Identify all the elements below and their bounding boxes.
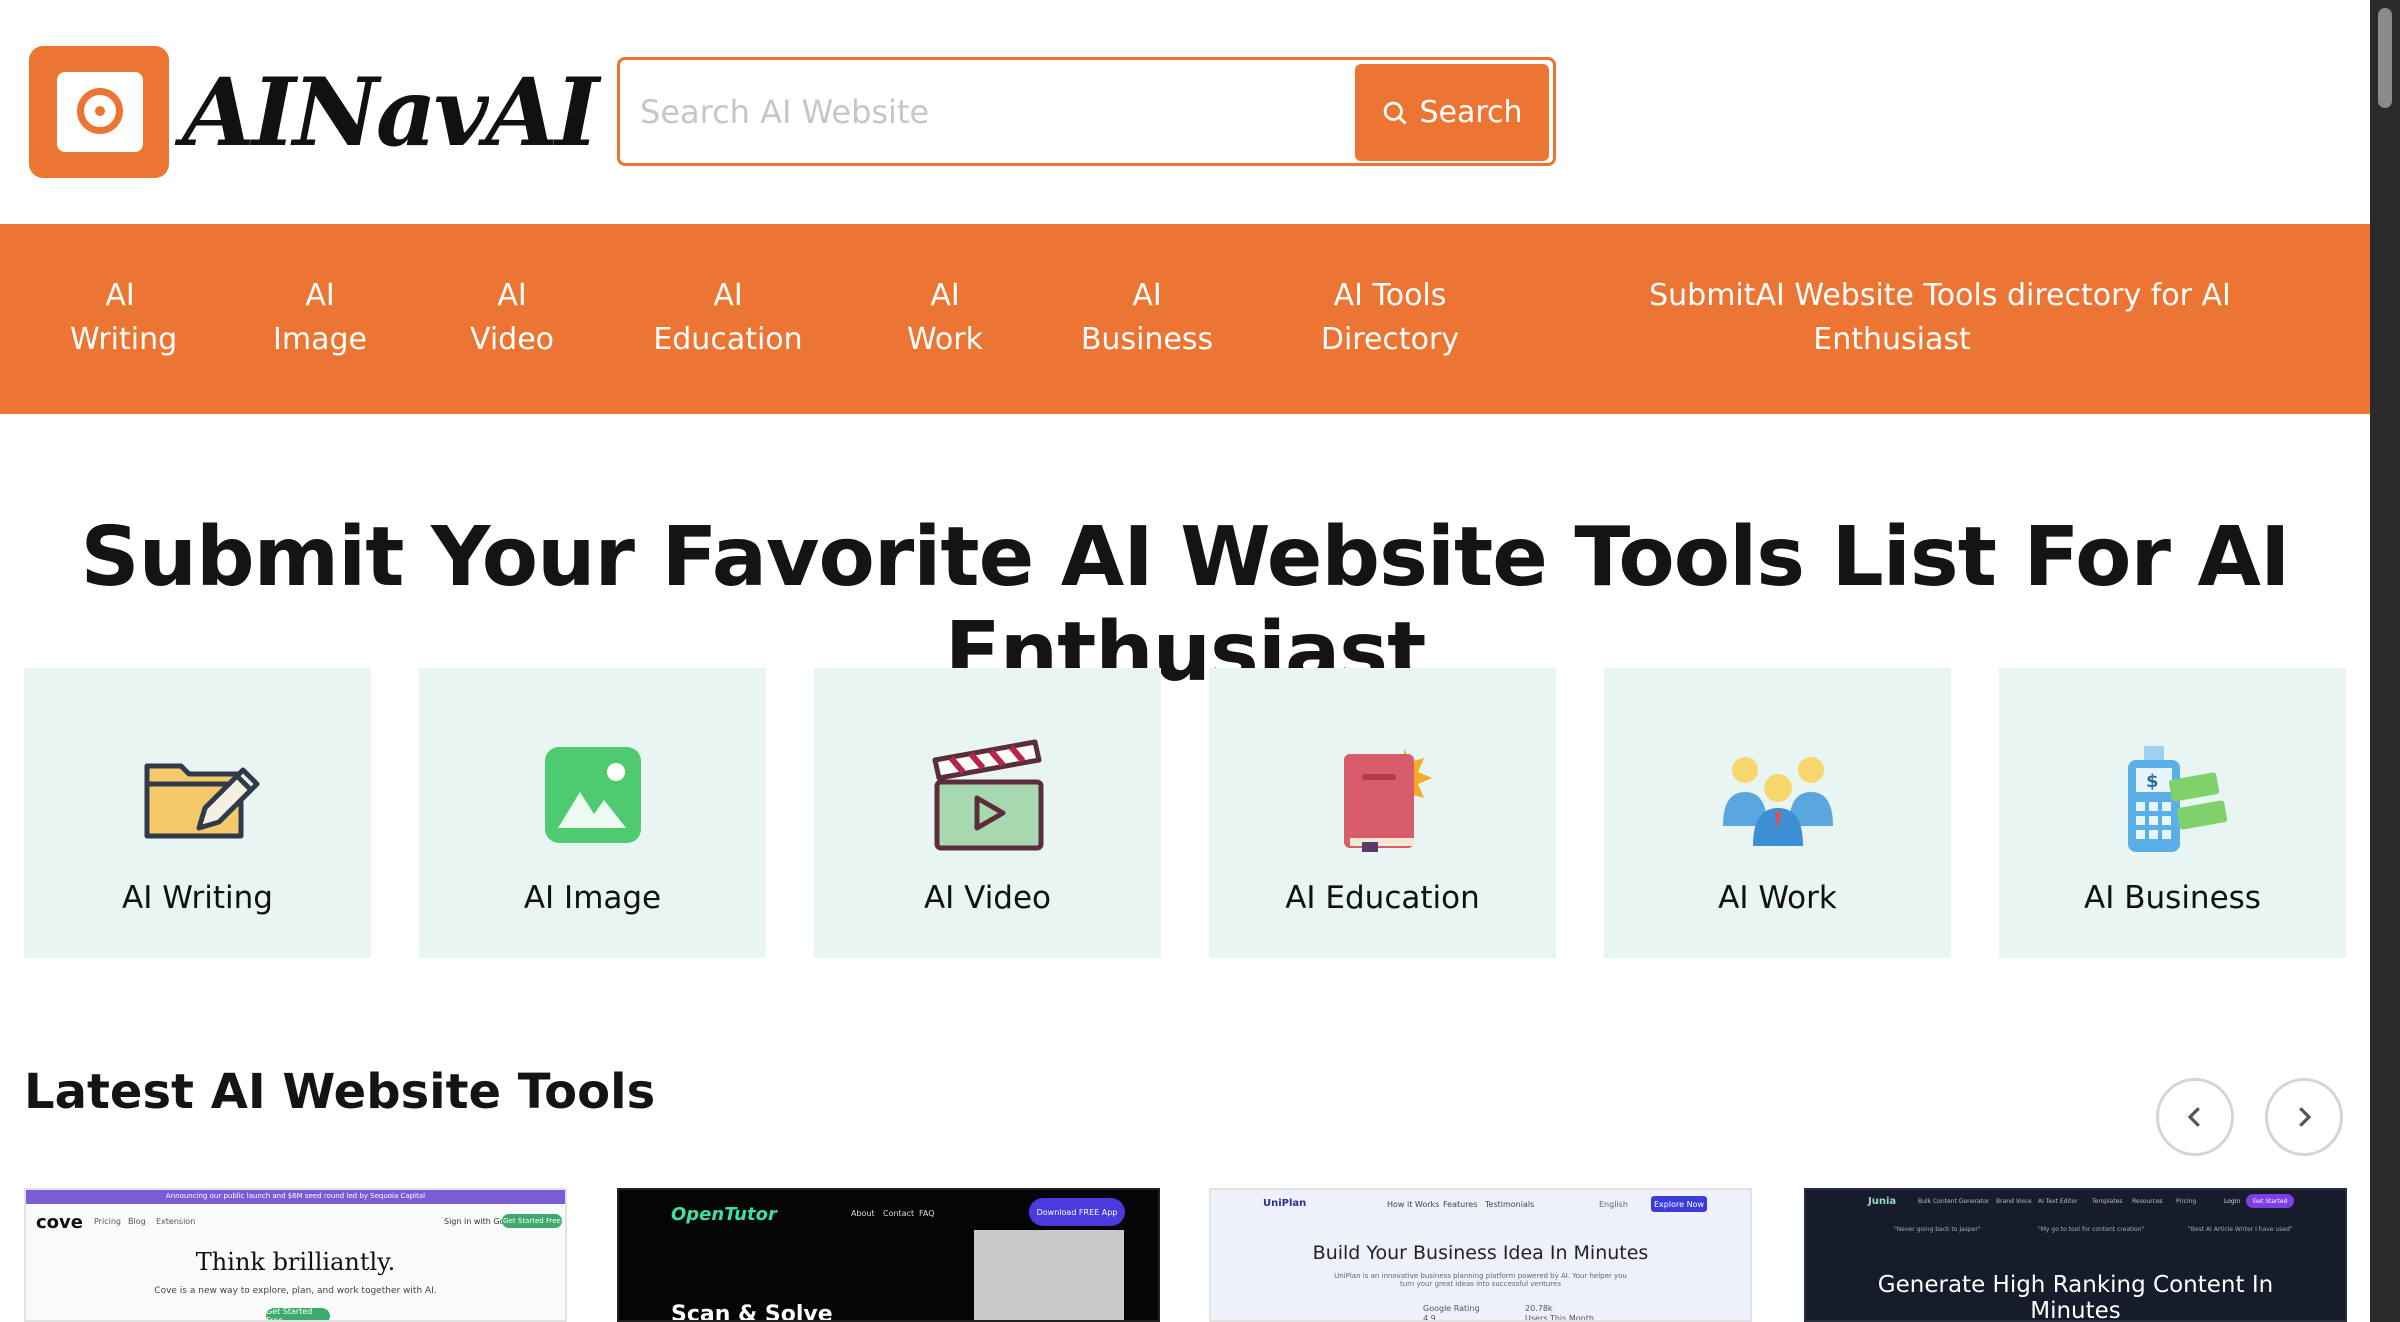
chevron-left-icon (2187, 1107, 2200, 1127)
nav-item-ai-work[interactable]: AI Work (895, 274, 995, 362)
book-icon (1343, 748, 1432, 852)
nav-item-ai-business[interactable]: AI Business (1077, 274, 1217, 362)
nav-item-ai-tools-directory[interactable]: AI Tools Directory (1300, 274, 1480, 362)
category-label: AI Video (923, 880, 1052, 916)
category-card-ai-education[interactable]: AI Education (1209, 668, 1556, 958)
category-label: AI Writing (122, 880, 273, 916)
chevron-right-icon (2299, 1107, 2312, 1127)
tool-headline: Think brilliantly. (195, 1248, 396, 1276)
category-label: AI Work (1718, 880, 1837, 916)
tool-headline: Scan & Solve (671, 1302, 833, 1322)
nav-item-ai-video[interactable]: AI Video (462, 274, 562, 362)
main-nav: AI Writing AI Image AI Video AI Education AI… (0, 224, 2370, 414)
nav-item-ai-image[interactable]: AI Image (270, 274, 370, 362)
tool-headline: Build Your Business Idea In Minutes (1312, 1242, 1649, 1264)
image-icon (544, 747, 641, 843)
nav-item-ai-writing[interactable]: AI Writing (70, 274, 177, 362)
tool-card-junia[interactable]: Junia Bulk Content Generator Brand Voice… (1804, 1188, 2347, 1322)
category-card-ai-work[interactable]: AI Work (1604, 668, 1951, 958)
folder-pencil-icon (144, 763, 259, 839)
header: AINavAI Search (0, 0, 2370, 224)
logo-text[interactable]: AINavAI (182, 58, 599, 168)
category-card-ai-video[interactable]: AI Video (814, 668, 1161, 958)
tool-logo: Junia (1868, 1196, 1897, 1207)
search-button-label: Search (1419, 95, 1523, 130)
category-card-ai-writing[interactable]: AI Writing (24, 668, 371, 958)
latest-section-title: Latest AI Website Tools (24, 1064, 656, 1120)
payment-terminal-icon: $ (2127, 746, 2227, 852)
page-scrollbar[interactable] (2370, 0, 2400, 1322)
nav-item-submit[interactable]: SubmitAI Website Tools directory for AI E… (1640, 274, 2240, 362)
category-card-ai-business[interactable]: $ AI Business (1999, 668, 2346, 958)
category-label: AI Image (523, 880, 662, 916)
logo-icon[interactable] (29, 46, 169, 178)
category-label: AI Business (2084, 880, 2261, 916)
category-label: AI Education (1285, 880, 1480, 916)
carousel-next-button[interactable] (2265, 1078, 2343, 1156)
tool-card-cove[interactable]: Announcing our public launch and $6M see… (24, 1188, 567, 1322)
category-card-ai-image[interactable]: AI Image (419, 668, 766, 958)
tool-logo: UniPlan (1263, 1198, 1307, 1209)
search-input[interactable] (640, 78, 1340, 146)
tool-card-uniplan[interactable]: UniPlan How it Works Features Testimonia… (1209, 1188, 1752, 1322)
scrollbar-thumb[interactable] (2378, 8, 2392, 108)
nav-item-ai-education[interactable]: AI Education (653, 274, 803, 362)
tool-screenshot (974, 1230, 1124, 1320)
tool-headline: Generate High Ranking Content In Minutes (1877, 1272, 2274, 1322)
tool-logo: OpenTutor (671, 1204, 777, 1225)
clapperboard-icon (932, 739, 1043, 851)
carousel-prev-button[interactable] (2156, 1078, 2234, 1156)
search-bar: Search (617, 57, 1556, 166)
search-icon (1384, 101, 1407, 124)
tool-logo: cove (36, 1212, 83, 1233)
team-icon (1722, 757, 1833, 846)
tool-card-opentutor[interactable]: OpenTutor About Contact FAQ Download FRE… (617, 1188, 1160, 1322)
search-button[interactable]: Search (1355, 64, 1549, 161)
svg-text:$: $ (2146, 771, 2159, 792)
